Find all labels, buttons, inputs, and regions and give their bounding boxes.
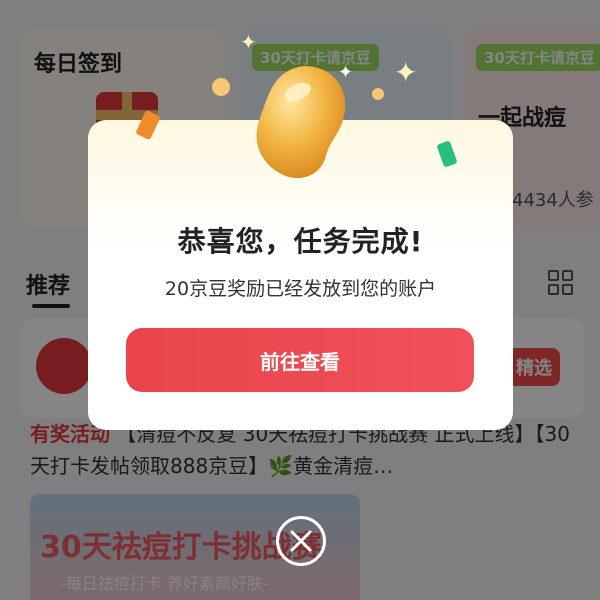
close-icon xyxy=(290,530,312,552)
view-reward-button[interactable]: 前往查看 xyxy=(126,328,474,392)
modal-title: 恭喜您，任务完成! xyxy=(177,225,424,258)
coin-icon xyxy=(372,88,384,100)
close-button[interactable] xyxy=(276,516,326,566)
sparkle-icon: ✦ xyxy=(338,62,354,83)
jingdou-bean-icon xyxy=(256,66,346,179)
sparkle-icon: ✦ xyxy=(240,30,257,54)
modal-description: 20京豆奖励已经发放到您的账户 xyxy=(164,278,437,300)
sparkle-icon: ✦ xyxy=(394,56,418,89)
coin-icon xyxy=(212,78,230,96)
